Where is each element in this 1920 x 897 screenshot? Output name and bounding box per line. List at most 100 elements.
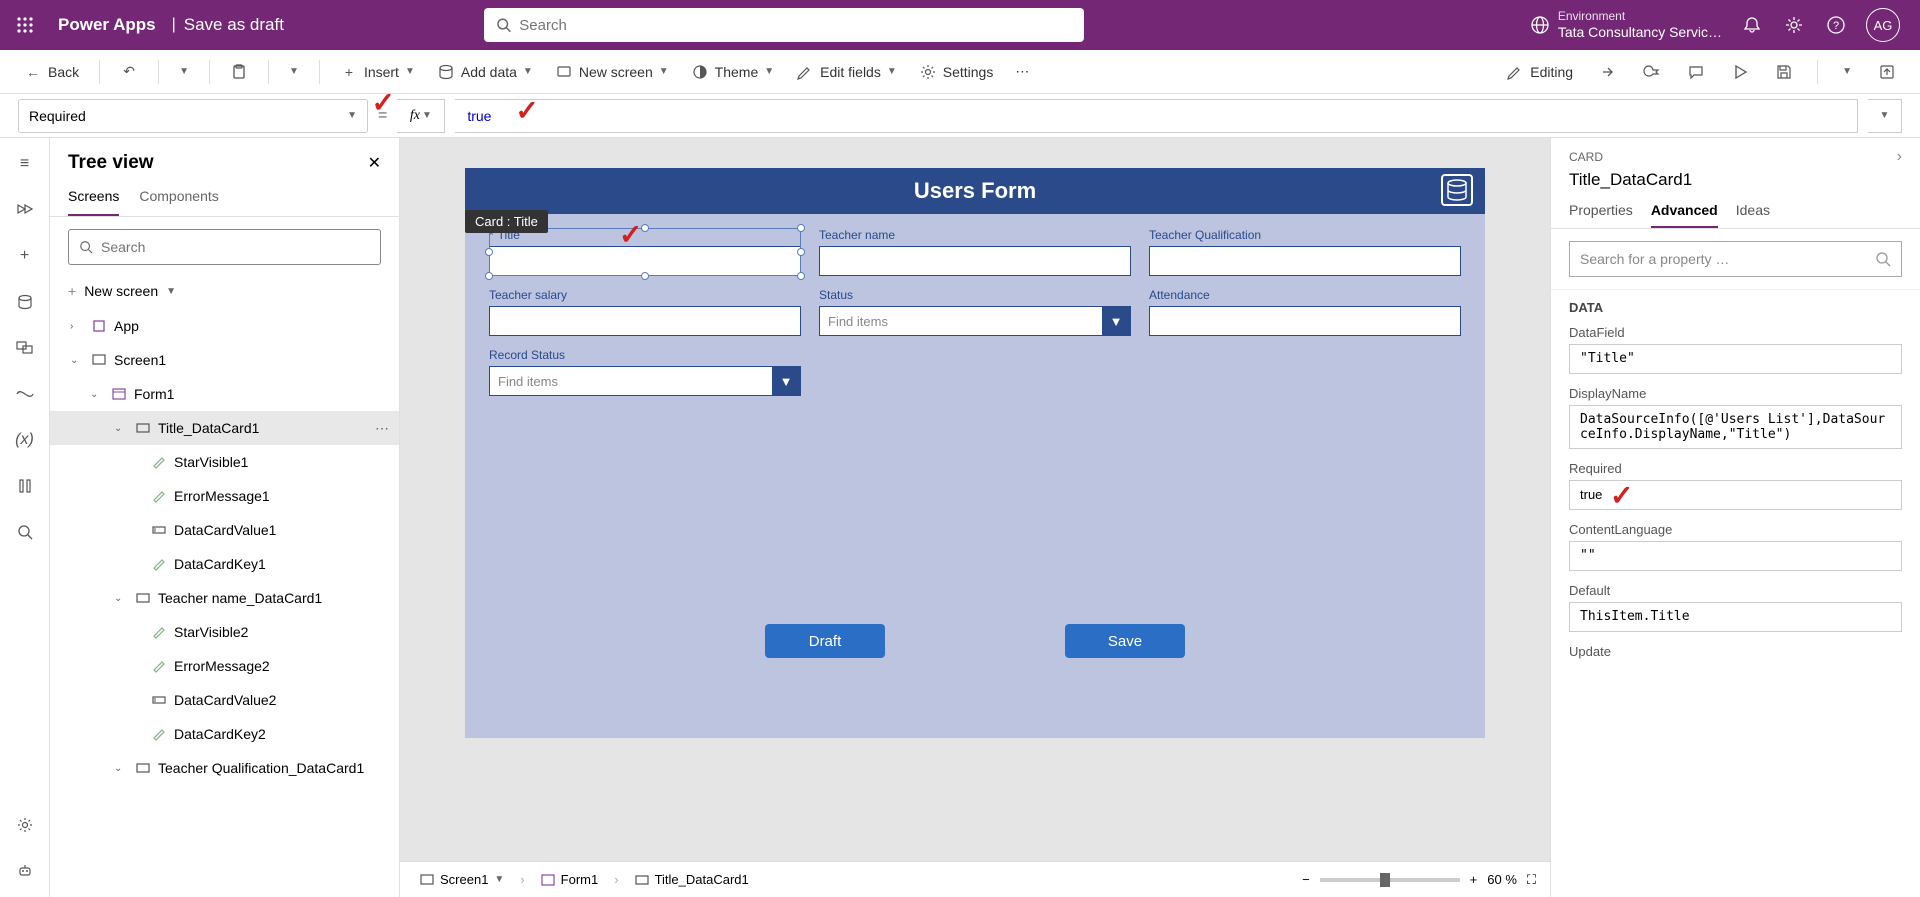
prop-contentlang-value[interactable]: "" [1569, 541, 1902, 571]
card-record-status[interactable]: Record Status Find items▼ [489, 348, 801, 396]
save-button[interactable] [1769, 59, 1799, 85]
item-menu-icon[interactable]: ⋯ [375, 420, 389, 437]
theme-button[interactable]: Theme ▼ [685, 59, 780, 85]
share-button[interactable] [1593, 59, 1623, 85]
rail-search-icon[interactable] [13, 520, 37, 544]
rail-data-icon[interactable] [13, 290, 37, 314]
undo-dropdown[interactable]: ▼ [173, 62, 195, 81]
app-title[interactable]: Power Apps [50, 15, 164, 35]
card-teacher-salary[interactable]: Teacher salary [489, 288, 801, 336]
card-teacher-name[interactable]: Teacher name [819, 228, 1131, 276]
checker-button[interactable] [1637, 59, 1667, 85]
rail-virtual-agent-icon[interactable] [13, 859, 37, 883]
comments-button[interactable] [1681, 59, 1711, 85]
editing-mode[interactable]: Editing [1500, 59, 1579, 85]
back-button[interactable]: ← Back [18, 59, 85, 85]
fit-to-window-icon[interactable]: ⛶ [1527, 872, 1536, 888]
tree-item-teacherqualcard[interactable]: ⌄Teacher Qualification_DataCard1 [50, 751, 399, 785]
input-title[interactable] [489, 246, 801, 276]
property-selector[interactable]: Required ▼ ✓ [18, 99, 368, 133]
insert-button[interactable]: + Insert ▼ [334, 59, 421, 85]
prop-displayname-value[interactable]: DataSourceInfo([@'Users List'],DataSourc… [1569, 405, 1902, 449]
new-screen-link[interactable]: + New screen ▼ [50, 277, 399, 305]
formula-input[interactable]: true ✓ [455, 99, 1858, 133]
tree-search-input[interactable] [101, 239, 370, 255]
property-search[interactable]: Search for a property … [1569, 241, 1902, 277]
rail-tools-icon[interactable] [13, 474, 37, 498]
tree-item-app[interactable]: ›App [50, 309, 399, 343]
user-avatar[interactable]: AG [1866, 8, 1900, 42]
tree-item-starvisible2[interactable]: StarVisible2 [50, 615, 399, 649]
tab-components[interactable]: Components [139, 182, 218, 216]
tree-item-datacardkey2[interactable]: DataCardKey2 [50, 717, 399, 751]
fx-label[interactable]: fx▼ [397, 99, 445, 133]
rail-insert-icon[interactable]: + [13, 244, 37, 268]
preview-button[interactable] [1725, 59, 1755, 85]
edit-fields-button[interactable]: Edit fields ▼ [790, 59, 903, 85]
more-commands[interactable]: ⋯ [1009, 59, 1035, 84]
tree-item-datacardkey1[interactable]: DataCardKey1 [50, 547, 399, 581]
paste-button[interactable] [224, 59, 254, 85]
rail-media-icon[interactable] [13, 336, 37, 360]
tree-item-teachernamecard[interactable]: ⌄Teacher name_DataCard1 [50, 581, 399, 615]
input-teacher-name[interactable] [819, 246, 1131, 276]
draft-button[interactable]: Draft [765, 624, 885, 658]
zoom-slider[interactable] [1320, 878, 1460, 882]
zoom-out[interactable]: − [1302, 872, 1310, 887]
save-dropdown[interactable]: ▼ [1836, 62, 1858, 81]
input-attendance[interactable] [1149, 306, 1461, 336]
global-search-input[interactable] [519, 17, 1072, 34]
card-status[interactable]: Status Find items▼ [819, 288, 1131, 336]
breadcrumb-screen1[interactable]: Screen1▼ [414, 870, 510, 889]
save-form-button[interactable]: Save [1065, 624, 1185, 658]
help-icon[interactable]: ? [1824, 13, 1848, 37]
tree-item-datacardvalue2[interactable]: DataCardValue2 [50, 683, 399, 717]
rail-hamburger-icon[interactable]: ≡ [13, 152, 37, 176]
card-title[interactable]: *Title ✓ [489, 228, 801, 276]
card-attendance[interactable]: Attendance [1149, 288, 1461, 336]
rail-variables-icon[interactable]: (x) [13, 428, 37, 452]
breadcrumb-form1[interactable]: Form1 [535, 870, 605, 889]
rail-tree-icon[interactable] [13, 198, 37, 222]
input-teacher-qual[interactable] [1149, 246, 1461, 276]
tree-item-errormessage2[interactable]: ErrorMessage2 [50, 649, 399, 683]
card-teacher-qual[interactable]: Teacher Qualification [1149, 228, 1461, 276]
settings-button[interactable]: Settings [913, 59, 1000, 85]
notifications-icon[interactable] [1740, 13, 1764, 37]
select-status[interactable]: Find items▼ [819, 306, 1131, 336]
settings-icon[interactable] [1782, 13, 1806, 37]
close-tree-icon[interactable]: ✕ [368, 153, 381, 173]
tree-item-starvisible1[interactable]: StarVisible1 [50, 445, 399, 479]
environment-picker[interactable]: Environment Tata Consultancy Servic… [1530, 9, 1722, 40]
global-search[interactable] [484, 8, 1084, 42]
app-canvas[interactable]: Card : Title Users Form *Title ✓ [465, 168, 1485, 738]
tab-screens[interactable]: Screens [68, 182, 119, 216]
prop-default-value[interactable]: ThisItem.Title [1569, 602, 1902, 632]
database-icon[interactable] [1441, 174, 1473, 206]
formula-expand[interactable]: ▼ [1868, 99, 1902, 133]
input-teacher-salary[interactable] [489, 306, 801, 336]
tree-item-errormessage1[interactable]: ErrorMessage1 [50, 479, 399, 513]
tree-item-datacardvalue1[interactable]: DataCardValue1 [50, 513, 399, 547]
prop-datafield-value[interactable]: "Title" [1569, 344, 1902, 374]
expand-props-icon[interactable]: › [1897, 148, 1902, 166]
new-screen-button[interactable]: New screen ▼ [549, 59, 675, 85]
publish-button[interactable] [1872, 59, 1902, 85]
tree-search[interactable] [68, 229, 381, 265]
select-record-status[interactable]: Find items▼ [489, 366, 801, 396]
tab-advanced[interactable]: Advanced [1651, 198, 1718, 228]
tree-item-screen1[interactable]: ⌄Screen1 [50, 343, 399, 377]
paste-dropdown[interactable]: ▼ [283, 62, 305, 81]
rail-settings-icon[interactable] [13, 813, 37, 837]
zoom-in[interactable]: + [1470, 872, 1478, 887]
tree-item-form1[interactable]: ⌄Form1 [50, 377, 399, 411]
tab-properties[interactable]: Properties [1569, 198, 1633, 228]
prop-required-value[interactable]: true ✓ [1569, 480, 1902, 510]
add-data-button[interactable]: Add data ▼ [431, 59, 539, 85]
waffle-icon[interactable] [0, 16, 50, 34]
breadcrumb-titlecard[interactable]: Title_DataCard1 [629, 870, 755, 889]
tree-item-titlecard[interactable]: ⌄Title_DataCard1⋯ [50, 411, 399, 445]
rail-flows-icon[interactable] [13, 382, 37, 406]
undo-button[interactable]: ↶ [114, 59, 144, 85]
tab-ideas[interactable]: Ideas [1736, 198, 1770, 228]
